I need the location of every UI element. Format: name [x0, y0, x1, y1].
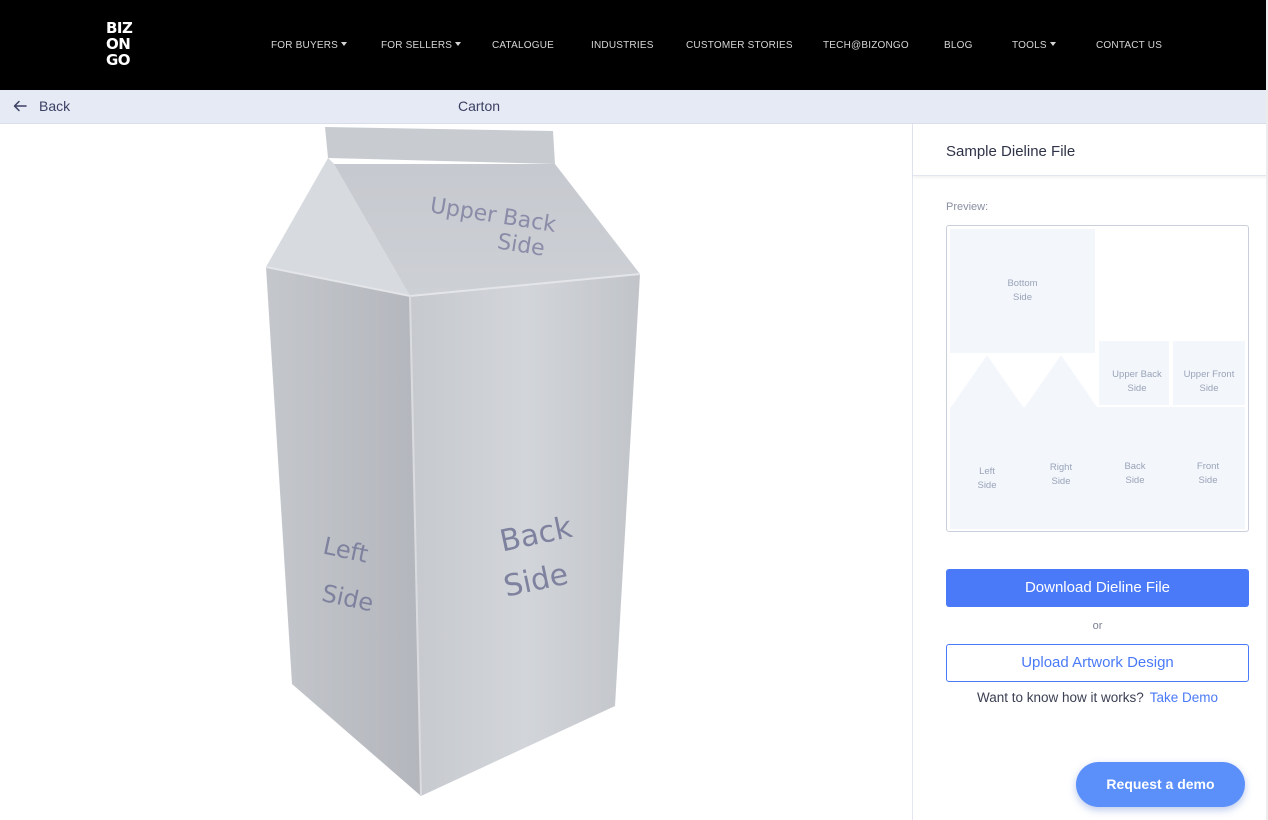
- take-demo-link[interactable]: Take Demo: [1150, 690, 1218, 705]
- nav-for-sellers-label: FOR SELLERS: [381, 40, 453, 51]
- carton-top-fin: [325, 127, 555, 164]
- logo-line-3: GO: [106, 51, 131, 69]
- nav-tools[interactable]: TOOLS: [1012, 40, 1056, 51]
- caret-down-icon: [455, 42, 462, 46]
- dieline-label-upper-back: Upper Back Side: [1112, 369, 1162, 394]
- dieline-preview: Bottom Side Upper Back Side Upper Front …: [946, 225, 1249, 532]
- dieline-label-right: Right Side: [1049, 462, 1073, 487]
- nav-for-sellers[interactable]: FOR SELLERS: [381, 40, 462, 51]
- carton-left-side: [266, 267, 421, 796]
- page-title: Carton: [458, 98, 501, 114]
- dieline-left-roof-flap: [951, 355, 1023, 407]
- bizongo-logo[interactable]: BIZ ON GO: [106, 20, 140, 72]
- dieline-right-roof-flap: [1025, 355, 1097, 407]
- nav-catalogue[interactable]: CATALOGUE: [492, 40, 554, 51]
- caret-down-icon: [341, 42, 348, 46]
- or-separator: or: [1092, 620, 1103, 632]
- dieline-label-left: Left Side: [977, 466, 997, 491]
- back-label: Back: [39, 98, 71, 114]
- how-it-works-text: Want to know how it works? Take Demo: [946, 690, 1249, 705]
- nav-tech-bizongo[interactable]: TECH@BIZONGO: [823, 40, 909, 51]
- nav-for-buyers[interactable]: FOR BUYERS: [271, 40, 348, 51]
- caret-down-icon: [1049, 42, 1056, 46]
- how-it-works-question: Want to know how it works?: [976, 690, 1144, 705]
- arrow-left-icon: [13, 100, 27, 112]
- preview-label: Preview:: [946, 201, 989, 213]
- request-demo-button[interactable]: Request a demo: [1076, 762, 1245, 807]
- nav-tools-label: TOOLS: [1012, 40, 1047, 51]
- panel-header: Sample Dieline File: [913, 124, 1268, 176]
- nav-industries[interactable]: INDUSTRIES: [591, 40, 654, 51]
- nav-contact-us[interactable]: CONTACT US: [1096, 40, 1162, 51]
- dieline-label-bottom: Bottom Side: [1007, 278, 1038, 303]
- upload-artwork-button[interactable]: Upload Artwork Design: [946, 644, 1249, 682]
- logo-line-1: BIZ: [106, 19, 133, 37]
- dieline-label-front: Front Side: [1196, 461, 1220, 486]
- dieline-label-back: Back Side: [1124, 461, 1146, 486]
- 3d-model-viewer[interactable]: Upper Back Side Left Side Back Side: [0, 124, 912, 820]
- download-dieline-button[interactable]: Download Dieline File: [946, 569, 1249, 607]
- nav-customer-stories[interactable]: CUSTOMER STORIES: [686, 40, 793, 51]
- carton-3d-model[interactable]: Upper Back Side Left Side Back Side: [0, 124, 912, 820]
- logo-line-2: ON: [106, 35, 131, 53]
- dieline-panel: Sample Dieline File Preview: Bottom Side…: [912, 124, 1268, 820]
- top-navigation: BIZ ON GO FOR BUYERS FOR SELLERS CATALOG…: [0, 0, 1268, 90]
- nav-for-buyers-label: FOR BUYERS: [271, 40, 339, 51]
- panel-title: Sample Dieline File: [946, 143, 1076, 160]
- sub-header: Back Carton: [0, 90, 1268, 124]
- nav-blog[interactable]: BLOG: [944, 40, 973, 51]
- back-button[interactable]: Back: [13, 98, 70, 114]
- dieline-label-upper-front: Upper Front Side: [1183, 369, 1235, 394]
